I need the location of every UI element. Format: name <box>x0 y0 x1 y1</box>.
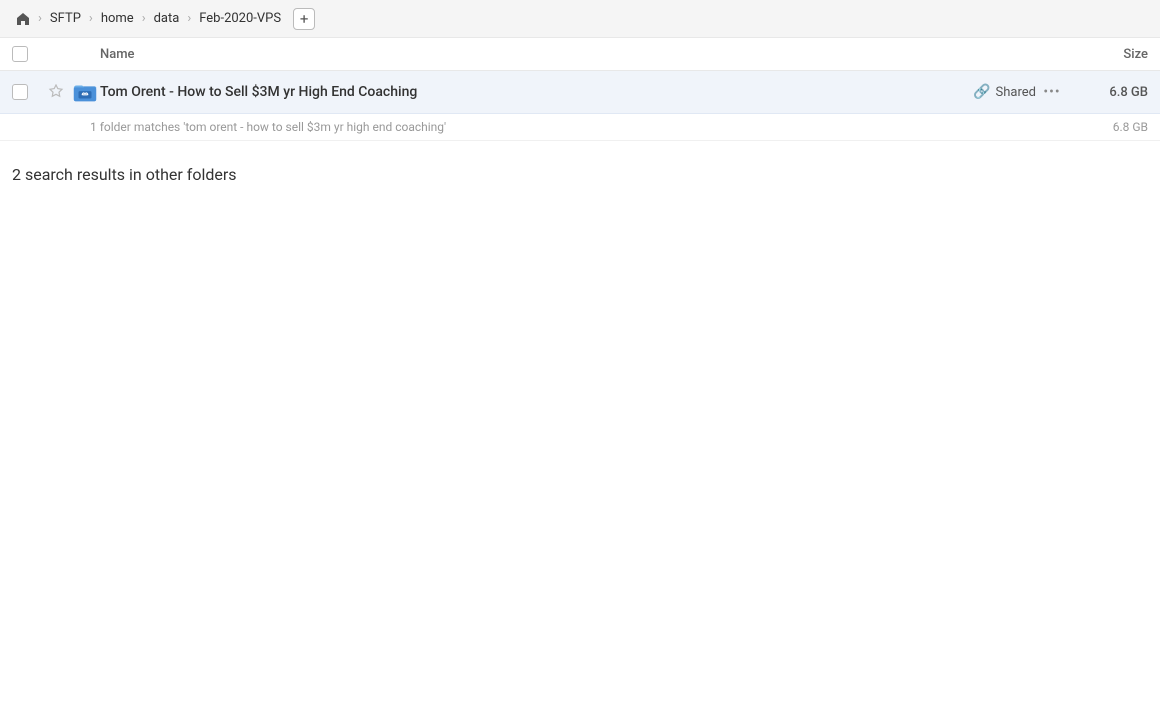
breadcrumb-sep-0: › <box>38 11 42 26</box>
breadcrumb-home[interactable]: home <box>97 9 138 28</box>
breadcrumb: › SFTP › home › data › Feb-2020-VPS + <box>12 8 315 30</box>
folder-icon <box>70 77 100 107</box>
match-info-bar: 1 folder matches 'tom orent - how to sel… <box>0 114 1160 141</box>
star-button[interactable] <box>42 78 70 106</box>
breadcrumb-sep-3: › <box>187 11 191 26</box>
breadcrumb-sep-2: › <box>142 11 146 26</box>
breadcrumb-sftp[interactable]: SFTP <box>46 9 85 28</box>
home-icon[interactable] <box>12 8 34 30</box>
select-all-checkbox[interactable] <box>12 46 28 62</box>
breadcrumb-feb2020vps[interactable]: Feb-2020-VPS <box>195 9 285 28</box>
more-icon: ••• <box>1043 84 1060 100</box>
add-tab-button[interactable]: + <box>293 8 315 30</box>
match-text: 1 folder matches 'tom orent - how to sel… <box>90 120 446 134</box>
file-size: 6.8 GB <box>1068 85 1148 100</box>
shared-label: Shared <box>996 85 1036 100</box>
file-name[interactable]: Tom Orent - How to Sell $3M yr High End … <box>100 84 916 100</box>
more-options-button[interactable]: ••• <box>1036 78 1068 106</box>
breadcrumb-bar: › SFTP › home › data › Feb-2020-VPS + <box>0 0 1160 38</box>
match-size: 6.8 GB <box>1113 120 1148 134</box>
other-results-heading: 2 search results in other folders <box>0 141 1160 196</box>
size-col-header[interactable]: Size <box>1068 47 1148 62</box>
link-icon: 🔗 <box>973 84 990 100</box>
row-checkbox[interactable] <box>12 84 28 100</box>
breadcrumb-sep-1: › <box>89 11 93 26</box>
name-col-header[interactable]: Name <box>100 47 1068 62</box>
table-row[interactable]: Tom Orent - How to Sell $3M yr High End … <box>0 71 1160 114</box>
table-header: Name Size <box>0 38 1160 71</box>
shared-badge: 🔗 Shared <box>916 84 1036 100</box>
breadcrumb-data[interactable]: data <box>150 9 184 28</box>
